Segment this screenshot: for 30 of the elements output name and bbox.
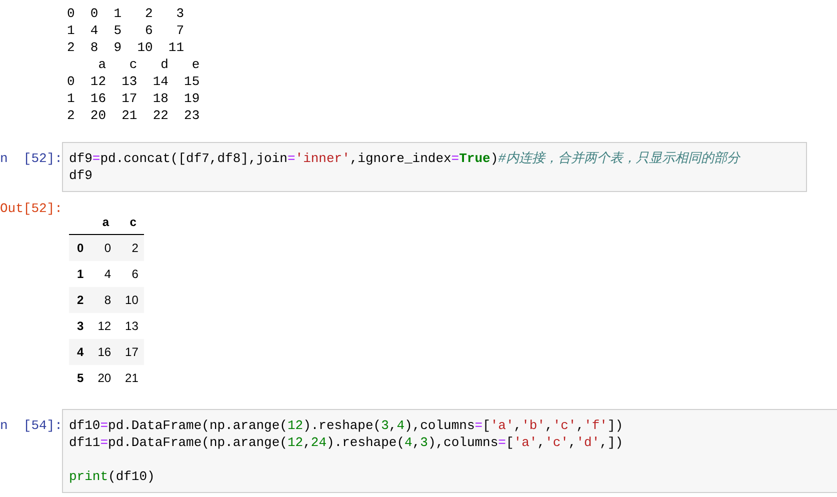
output-text: 2 8 9 10 11	[67, 39, 186, 56]
row-index: 0	[69, 234, 90, 261]
output-text: 0 0 1 2 3	[67, 5, 186, 22]
code-cell[interactable]: df9=pd.concat([df7,df8],join='inner',ignore_index=True)#内连接，合并两个表，只显示相同的部分 df9	[62, 142, 807, 192]
row-index: 3	[69, 313, 90, 339]
table-cell: 2	[117, 234, 144, 261]
table-cell: 17	[117, 339, 144, 365]
table-cell: 6	[117, 261, 144, 287]
table-cell: 0	[90, 234, 118, 261]
output-prompt: Out[52]:	[0, 200, 64, 217]
input-prompt: n [54]:	[0, 417, 62, 434]
table-cell: 8	[90, 287, 118, 313]
table-cell: 13	[117, 313, 144, 339]
input-prompt: n [52]:	[0, 150, 62, 167]
row-index: 4	[69, 339, 90, 365]
output-text: 1 16 17 18 19	[67, 90, 201, 107]
table-cell: 12	[90, 313, 118, 339]
output-text: 1 4 5 6 7	[67, 22, 186, 39]
row-index: 2	[69, 287, 90, 313]
table-cell: 4	[90, 261, 118, 287]
output-text: a c d e	[97, 56, 201, 73]
table-cell: 21	[117, 365, 144, 391]
output-text: 0 12 13 14 15	[67, 73, 201, 90]
row-index: 1	[69, 261, 90, 287]
table-cell: 20	[90, 365, 118, 391]
row-index: 5	[69, 365, 90, 391]
output-text: 2 20 21 22 23	[67, 107, 201, 124]
table-cell: 16	[90, 339, 118, 365]
table-cell: 10	[117, 287, 144, 313]
code-cell[interactable]: df10=pd.DataFrame(np.arange(12).reshape(3,4),columns=['a','b','c','f']) df11=pd.DataFrame(np.arange(12,24).reshape(4,3),columns=['a','c','d',]) print(df10)	[62, 409, 837, 493]
